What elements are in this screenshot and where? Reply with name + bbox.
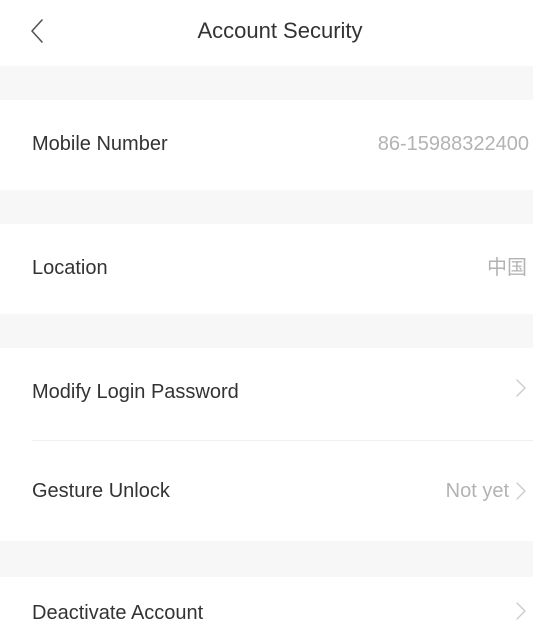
row-label: Location xyxy=(32,257,108,279)
row-label: Modify Login Password xyxy=(32,381,239,403)
mobile-number-value: 86-15988322400 xyxy=(377,133,529,155)
location-value: 中国 xyxy=(487,257,527,279)
gesture-unlock-status: Not yet xyxy=(445,480,509,502)
chevron-right-icon xyxy=(516,602,526,620)
row-label: Deactivate Account xyxy=(32,602,204,624)
row-label: Mobile Number xyxy=(32,133,168,155)
page-title: Account Security xyxy=(197,18,363,43)
row-gesture-unlock[interactable]: Gesture Unlock Not yet xyxy=(0,441,533,541)
row-accessory xyxy=(515,378,527,398)
nav-bar: Account Security xyxy=(0,0,533,66)
row-accessory: Not yet xyxy=(446,477,527,505)
section-gap xyxy=(0,541,533,577)
row-accessory xyxy=(515,601,527,621)
section-gap xyxy=(0,66,533,100)
row-mobile-number[interactable]: Mobile Number 86-15988322400 xyxy=(0,100,533,190)
chevron-right-icon xyxy=(516,482,526,500)
section-gap xyxy=(0,190,533,224)
section-gap xyxy=(0,314,533,348)
row-deactivate-account[interactable]: Deactivate Account xyxy=(0,577,533,628)
row-modify-login-password[interactable]: Modify Login Password xyxy=(0,348,533,440)
row-label: Gesture Unlock xyxy=(32,480,170,502)
chevron-right-icon xyxy=(516,379,526,397)
row-location[interactable]: Location 中国 xyxy=(0,224,533,314)
